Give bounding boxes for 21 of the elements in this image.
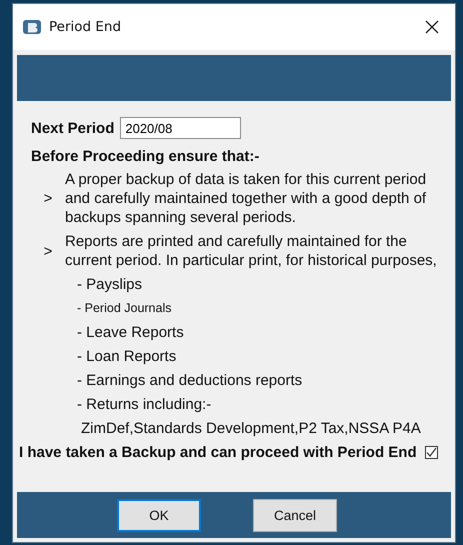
confirm-checkbox[interactable] [424,446,438,459]
bullet-marker: > [42,242,54,260]
report-item: - Payslips [77,275,144,294]
report-item: ZimDef,Standards Development,P2 Tax,NSSA P4A [81,419,422,438]
instructions-heading: Before Proceeding ensure that:- [31,148,260,165]
instruction-text: Reports are printed and carefully maintained for the current period. In particular print, for historical purposes, [65,232,438,270]
report-item: - Earnings and deductions reports [77,371,304,390]
dialog-button[interactable]: Cancel [253,498,337,532]
next-period-field[interactable]: 2020/08 [120,117,242,139]
next-period-label: Next Period [31,120,114,136]
window-title: Period End [49,19,122,35]
report-item: - Loan Reports [77,347,178,366]
confirm-label: I have taken a Backup and can proceed with Period End [19,444,417,461]
bullet-marker: > [42,189,54,208]
report-item: - Period Journals [77,300,172,317]
report-item: - Leave Reports [77,323,185,342]
close-icon[interactable] [425,20,439,34]
app-icon [23,19,41,35]
report-item: - Returns including:- [77,395,212,414]
dialog-button[interactable]: OK [117,498,201,532]
instruction-text: A proper backup of data is taken for this current period and carefully maintained together with a good depth of backups spanning several periods. [65,170,428,227]
